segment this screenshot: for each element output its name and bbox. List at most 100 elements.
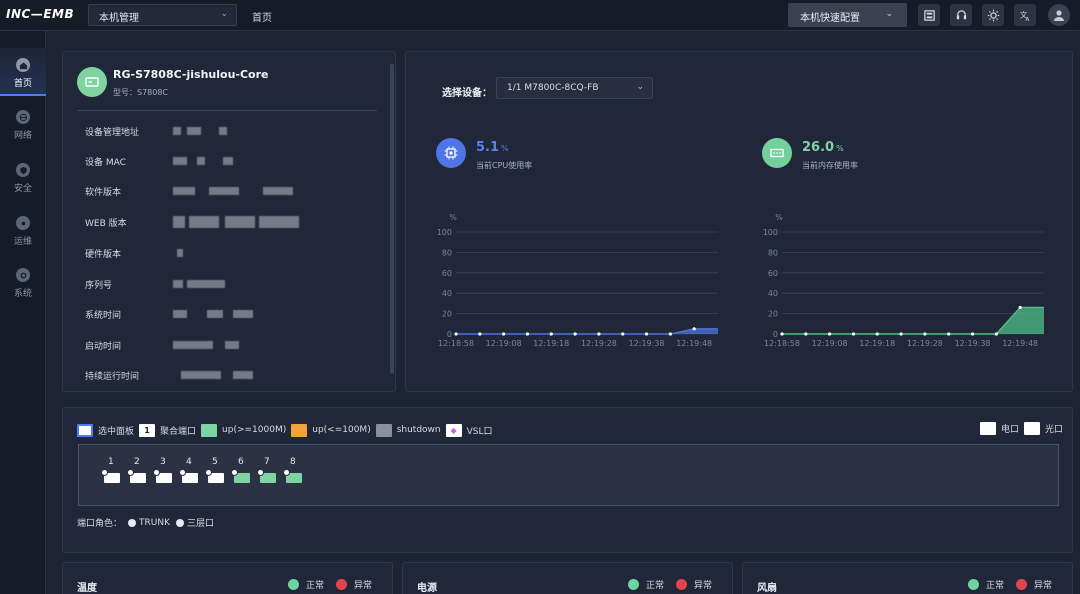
cpu-chart-y-tick: 80	[442, 248, 452, 257]
port-1[interactable]: 1	[101, 457, 123, 487]
port-7[interactable]: 7	[257, 457, 279, 487]
port-number: 8	[290, 457, 296, 467]
cpu-chart-y-unit: %	[449, 213, 457, 222]
redacted-value	[233, 371, 253, 379]
legend-item: shutdown	[375, 423, 441, 437]
scrollbar[interactable]	[390, 64, 394, 374]
cpu-chart-x-tick: 12:18:58	[438, 339, 474, 348]
sidebar-item-label: 系统	[13, 289, 32, 299]
port-2[interactable]: 2	[127, 457, 149, 487]
legend-label: up(<=100M)	[312, 425, 371, 435]
port-panel: 选中面板 1 聚合端口 up(>=1000M) up(<=100M) shutdown ◆ V…	[62, 407, 1073, 553]
info-row-system-time: 系统时间	[85, 308, 365, 322]
info-row-software: 软件版本	[85, 185, 365, 199]
info-label: 系统时间	[85, 311, 122, 321]
sidebar-item-label: 网络	[13, 131, 32, 141]
language-icon[interactable]: 文A	[1014, 4, 1036, 26]
redacted-value	[173, 280, 183, 288]
redacted-value	[187, 127, 201, 135]
memory-icon	[762, 138, 792, 168]
cpu-chart-point	[597, 332, 601, 336]
mem-chart-x-tick: 12:18:58	[764, 339, 800, 348]
redacted-value	[209, 187, 239, 195]
port-role-dot	[257, 469, 264, 476]
role-dot	[128, 518, 137, 527]
port-8[interactable]: 8	[283, 457, 305, 487]
info-row-uptime: 持续运行时间	[85, 369, 365, 383]
shield-icon	[16, 163, 30, 177]
port-6[interactable]: 6	[231, 457, 253, 487]
legend-swatch: 1	[139, 423, 156, 437]
mem-chart-x-tick: 12:19:08	[812, 339, 848, 348]
cpu-chart-point	[454, 332, 458, 336]
port-role-dot	[179, 469, 186, 476]
legend-swatch	[77, 423, 93, 437]
breadcrumb[interactable]: 首页	[252, 9, 272, 24]
user-avatar[interactable]	[1048, 4, 1070, 26]
port-5[interactable]: 5	[205, 457, 227, 487]
sidebar-item-home[interactable]: 首页	[0, 48, 46, 96]
device-select-label: 选择设备：	[442, 88, 492, 99]
port-roles-label: 端口角色：	[77, 519, 123, 529]
panel-title: 电源	[417, 583, 437, 594]
abnormal-dot	[336, 579, 348, 590]
cpu-chart-y-tick: 60	[442, 269, 452, 278]
redacted-value	[219, 127, 227, 135]
cpu-chart-y-tick: 20	[442, 310, 452, 319]
mem-chart-y-tick: 100	[763, 228, 778, 237]
mem-chart-y-tick: 80	[768, 248, 778, 257]
port-panel-box[interactable]: 1 2 3 4 5 6 7 8	[78, 444, 1059, 506]
legend-item: 选中面板	[77, 423, 134, 437]
cpu-chart-point	[644, 332, 649, 336]
mem-chart-point	[1018, 305, 1022, 310]
cpu-usage-label: 当前CPU使用率	[476, 161, 533, 170]
normal-dot	[628, 579, 639, 590]
legend-label: VSL口	[466, 426, 493, 437]
save-icon[interactable]	[918, 4, 940, 26]
sidebar-item-label: 运维	[13, 237, 32, 247]
info-label: 启动时间	[85, 342, 122, 352]
panel-title: 温度	[77, 583, 97, 594]
panel-title: 风扇	[757, 583, 777, 594]
port-3[interactable]: 3	[153, 457, 175, 487]
legend-item: up(>=1000M)	[201, 423, 286, 437]
maintenance-icon	[16, 216, 30, 230]
info-row-mac: 设备 MAC	[85, 155, 365, 169]
memory-usage-chart: % 0 20 40 60 80 100 12:18:58 12:19:08 12:19:18 12:…	[763, 213, 1044, 348]
mem-chart-y-tick: 60	[768, 269, 778, 278]
mode-select[interactable]: 本机管理 ⌄	[88, 4, 237, 26]
port-number: 3	[160, 457, 166, 467]
memory-value-number: 26.0	[802, 140, 835, 155]
mem-chart-point	[899, 332, 903, 336]
mem-chart-point	[780, 332, 784, 336]
device-select[interactable]: 1/1 M7800C-8CQ-FB ⌄	[496, 77, 653, 99]
device-name: RG-S7808C-jishulou-Core	[113, 68, 269, 81]
redacted-value	[173, 157, 187, 165]
mem-chart-point	[994, 332, 998, 336]
support-icon[interactable]	[950, 4, 972, 26]
theme-icon[interactable]	[982, 4, 1004, 26]
cpu-value-number: 5.1	[476, 140, 500, 155]
mem-chart-point	[828, 332, 832, 336]
memory-value-unit: %	[836, 144, 844, 153]
cpu-chart-point	[668, 332, 672, 336]
mem-chart-x-tick: 12:19:38	[955, 339, 991, 348]
legend-label: 电口	[1000, 425, 1019, 435]
cpu-chart-point	[692, 327, 696, 331]
globe-icon	[16, 110, 30, 124]
memory-usage-value: 26.0%	[802, 140, 844, 155]
port-number: 4	[186, 457, 192, 467]
sidebar-item-system[interactable]: 系统	[0, 258, 46, 306]
port-role-dot	[283, 469, 290, 476]
cpu-chart-point	[502, 332, 506, 336]
abnormal-label: 异常	[354, 581, 373, 591]
mem-chart-point	[875, 332, 879, 336]
quick-config-select[interactable]: 本机快速配置 ⌄	[788, 3, 907, 27]
info-label: 软件版本	[85, 188, 122, 198]
sidebar-item-network[interactable]: 网络	[0, 100, 46, 148]
mem-chart-x-tick: 12:19:18	[859, 339, 895, 348]
port-4[interactable]: 4	[179, 457, 201, 487]
sidebar-item-security[interactable]: 安全	[0, 153, 46, 201]
sidebar-item-maintenance[interactable]: 运维	[0, 206, 46, 254]
memory-usage-label: 当前内存使用率	[802, 161, 858, 170]
